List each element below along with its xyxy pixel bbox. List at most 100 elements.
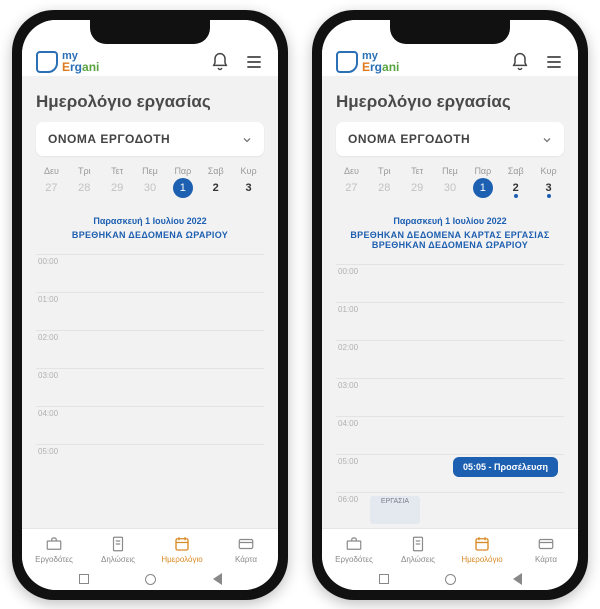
weekday-sun: Κυρ (233, 166, 264, 176)
weekday-thu: Πεμ (135, 166, 166, 176)
calendar-icon (173, 535, 191, 553)
timeline[interactable]: 00:00 01:00 02:00 03:00 04:00 05:00 (36, 254, 264, 528)
employer-dropdown[interactable]: ΟΝΟΜΑ ΕΡΓΟΔΟΤΗ (36, 122, 264, 156)
hour-row: 01:00 (336, 302, 564, 340)
hour-row: 02:00 (36, 330, 264, 368)
nav-calendar[interactable]: Ημερολόγιο (450, 535, 514, 564)
day-cell-selected[interactable]: 1 (167, 178, 198, 194)
document-icon (109, 535, 127, 553)
nav-label: Ημερολόγιο (461, 555, 502, 564)
hour-row: 03:00 (336, 378, 564, 416)
logo-line2: Ergani (362, 62, 399, 73)
hour-row: 01:00 (36, 292, 264, 330)
weekday-sun: Κυρ (533, 166, 564, 176)
weekday-thu: Πεμ (435, 166, 466, 176)
nav-declarations[interactable]: Δηλώσεις (86, 535, 150, 564)
home-icon[interactable] (145, 574, 156, 585)
page-title: Ημερολόγιο εργασίας (336, 86, 564, 122)
day-cell[interactable]: 27 (336, 178, 367, 194)
employer-dropdown-label: ΟΝΟΜΑ ΕΡΓΟΔΟΤΗ (348, 132, 470, 146)
bell-icon[interactable] (510, 52, 530, 72)
phone-notch (390, 20, 510, 44)
nav-label: Δηλώσεις (401, 555, 435, 564)
hour-row: 00:00 (336, 264, 564, 302)
nav-declarations[interactable]: Δηλώσεις (386, 535, 450, 564)
nav-card[interactable]: Κάρτα (214, 535, 278, 564)
weekday-mon: Δευ (336, 166, 367, 176)
phone-screen: my Ergani Ημερολόγιο εργασίας ΟΝΟΜΑ ΕΡΓΟ… (322, 20, 578, 590)
day-cell-selected[interactable]: 1 (467, 178, 498, 194)
nav-employers[interactable]: Εργοδότες (22, 535, 86, 564)
briefcase-icon (345, 535, 363, 553)
chevron-down-icon (242, 134, 252, 144)
timeline[interactable]: 00:00 01:00 02:00 03:00 04:00 05:00 05:0… (336, 264, 564, 528)
nav-employers[interactable]: Εργοδότες (322, 535, 386, 564)
day-cell[interactable]: 2 (200, 178, 231, 194)
bell-icon[interactable] (210, 52, 230, 72)
logo: my Ergani (36, 51, 99, 73)
bottom-nav: Εργοδότες Δηλώσεις Ημερολόγιο Κάρτα (22, 528, 278, 568)
hour-row: 00:00 (36, 254, 264, 292)
selected-date: Παρασκευή 1 Ιουλίου 2022 (36, 216, 264, 226)
employer-dropdown[interactable]: ΟΝΟΜΑ ΕΡΓΟΔΟΤΗ (336, 122, 564, 156)
weekday-tue: Τρι (69, 166, 100, 176)
back-icon[interactable] (513, 573, 522, 585)
weekday-sat: Σαβ (200, 166, 231, 176)
back-icon[interactable] (213, 573, 222, 585)
week-header: Δευ Τρι Τετ Πεμ Παρ Σαβ Κυρ 27 28 29 30 … (336, 166, 564, 194)
weekday-sat: Σαβ (500, 166, 531, 176)
card-icon (537, 535, 555, 553)
event-pill[interactable]: 05:05 - Προσέλευση (453, 457, 558, 477)
selected-date: Παρασκευή 1 Ιουλίου 2022 (336, 216, 564, 226)
day-cell[interactable]: 28 (69, 178, 100, 194)
nav-card[interactable]: Κάρτα (514, 535, 578, 564)
day-cell[interactable]: 3 (533, 178, 564, 194)
day-cell[interactable]: 29 (102, 178, 133, 194)
nav-calendar[interactable]: Ημερολόγιο (150, 535, 214, 564)
day-cell[interactable]: 29 (402, 178, 433, 194)
hour-row: 04:00 (336, 416, 564, 454)
briefcase-icon (45, 535, 63, 553)
phone-screen: my Ergani Ημερολόγιο εργασίας ΟΝΟΜΑ ΕΡΓΟ… (22, 20, 278, 590)
hour-row: 05:00 (36, 444, 264, 482)
weekday-wed: Τετ (402, 166, 433, 176)
logo-line2: Ergani (62, 62, 99, 73)
week-header: Δευ Τρι Τετ Πεμ Παρ Σαβ Κυρ 27 28 29 30 … (36, 166, 264, 194)
found-schedule-text: ΒΡΕΘΗΚΑΝ ΔΕΔΟΜΕΝΑ ΩΡΑΡΙΟΥ (36, 230, 264, 240)
day-cell[interactable]: 27 (36, 178, 67, 194)
logo: my Ergani (336, 51, 399, 73)
menu-icon[interactable] (244, 52, 264, 72)
weekday-fri: Παρ (167, 166, 198, 176)
employer-dropdown-label: ΟΝΟΜΑ ΕΡΓΟΔΟΤΗ (48, 132, 170, 146)
logo-icon (336, 51, 358, 73)
day-cell[interactable]: 3 (233, 178, 264, 194)
hour-row: 02:00 (336, 340, 564, 378)
day-cell[interactable]: 2 (500, 178, 531, 194)
chevron-down-icon (542, 134, 552, 144)
phone-notch (90, 20, 210, 44)
menu-icon[interactable] (544, 52, 564, 72)
phone-left: my Ergani Ημερολόγιο εργασίας ΟΝΟΜΑ ΕΡΓΟ… (12, 10, 288, 600)
hour-row: 06:00 ΕΡΓΑΣΙΑ (336, 492, 564, 528)
logo-icon (36, 51, 58, 73)
weekday-tue: Τρι (369, 166, 400, 176)
work-block[interactable]: ΕΡΓΑΣΙΑ (370, 496, 420, 524)
weekday-mon: Δευ (36, 166, 67, 176)
day-cell[interactable]: 30 (135, 178, 166, 194)
found-schedule-text: ΒΡΕΘΗΚΑΝ ΔΕΔΟΜΕΝΑ ΩΡΑΡΙΟΥ (336, 240, 564, 250)
hour-row: 03:00 (36, 368, 264, 406)
day-cell[interactable]: 28 (369, 178, 400, 194)
nav-label: Κάρτα (535, 555, 557, 564)
weekday-wed: Τετ (102, 166, 133, 176)
recent-apps-icon[interactable] (79, 574, 89, 584)
recent-apps-icon[interactable] (379, 574, 389, 584)
phone-right: my Ergani Ημερολόγιο εργασίας ΟΝΟΜΑ ΕΡΓΟ… (312, 10, 588, 600)
day-cell[interactable]: 30 (435, 178, 466, 194)
nav-label: Εργοδότες (35, 555, 73, 564)
android-nav (22, 568, 278, 590)
nav-label: Δηλώσεις (101, 555, 135, 564)
home-icon[interactable] (445, 574, 456, 585)
nav-label: Ημερολόγιο (161, 555, 202, 564)
calendar-icon (473, 535, 491, 553)
found-card-text: ΒΡΕΘΗΚΑΝ ΔΕΔΟΜΕΝΑ ΚΑΡΤΑΣ ΕΡΓΑΣΙΑΣ (336, 230, 564, 240)
